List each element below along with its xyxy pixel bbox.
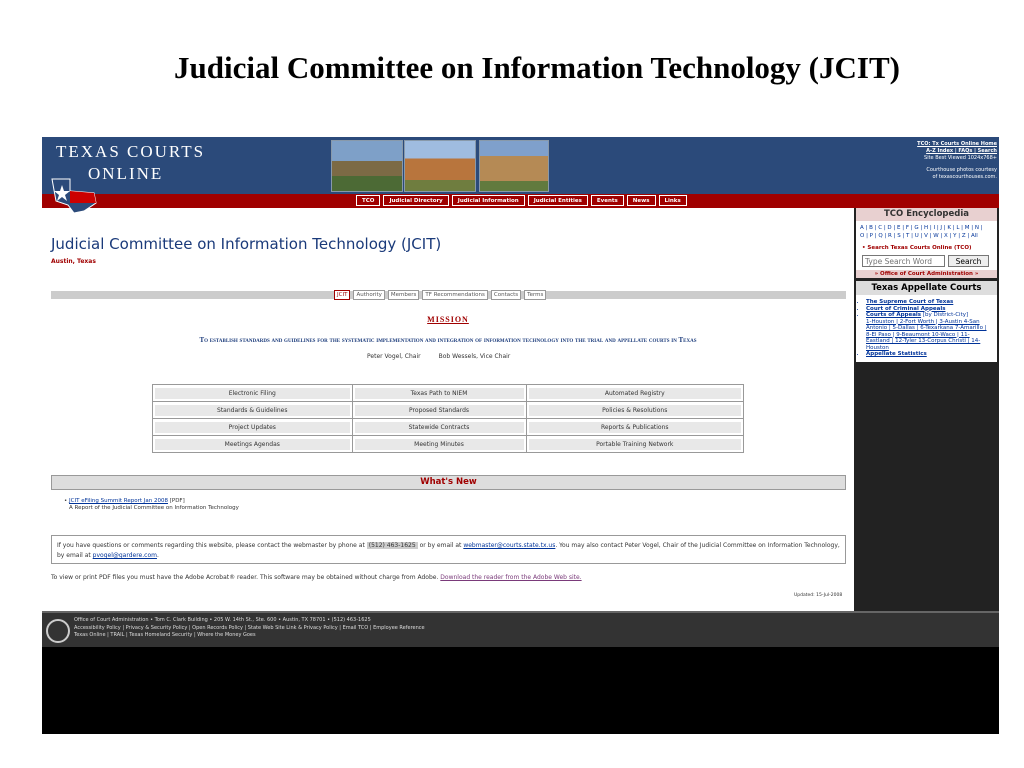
tab-jcit[interactable]: JCIT [334, 290, 351, 300]
tab-contacts[interactable]: Contacts [490, 290, 522, 300]
nav-links[interactable]: Links [658, 195, 687, 206]
news-item: • JCIT eFiling Summit Report Jan 2008 [P… [64, 498, 239, 511]
nav-judicial-entities[interactable]: Judicial Entities [527, 195, 588, 206]
adobe-download-link[interactable]: Download the reader from the Adobe Web s… [440, 574, 581, 581]
niem-link[interactable]: Texas Path to NIEM [354, 387, 524, 399]
texas-seal-icon [46, 619, 70, 643]
contact-box: If you have questions or comments regard… [51, 535, 846, 564]
list-item: Appellate Statistics [866, 351, 991, 358]
logo-line1: TEXAS COURTS [56, 142, 206, 161]
main-nav: TCO Judicial Directory Judicial Informat… [356, 195, 687, 206]
mission-heading: MISSION [427, 315, 469, 324]
browser-screenshot: TEXAS COURTS ONLINE TCO: Tx Courts Onlin… [42, 137, 999, 734]
electronic-filing-link[interactable]: Electronic Filing [155, 387, 350, 399]
meeting-minutes-link[interactable]: Meeting Minutes [354, 438, 524, 450]
table-row: Project Updates Statewide Contracts Repo… [152, 418, 744, 436]
appellate-list: The Supreme Court of Texas Court of Crim… [856, 295, 997, 362]
nav-tco[interactable]: TCO [356, 195, 381, 206]
alpha-index-row2[interactable]: O | P | Q | R | S | T | U | V | W | X | … [860, 232, 993, 240]
nav-judicial-directory[interactable]: Judicial Directory [383, 195, 449, 206]
pdf-note: To view or print PDF files you must have… [51, 574, 582, 581]
best-viewed-note: Site Best Viewed 1024x768+ [924, 155, 997, 161]
news-tag: [PDF] [169, 498, 185, 504]
footer-policy-links[interactable]: Accessibility Policy | Privacy & Securit… [74, 625, 425, 633]
tab-members[interactable]: Members [387, 290, 420, 300]
sidebar: TCO Encyclopedia A | B | C | D | E | F |… [854, 208, 999, 611]
courthouse-photo-2 [404, 140, 476, 192]
tab-terms[interactable]: Terms [524, 290, 547, 300]
tab-tf-recommendations[interactable]: TF Recommendations [422, 290, 488, 300]
footer-address: Office of Court Administration • Tom C. … [74, 617, 371, 623]
standards-guidelines-link[interactable]: Standards & Guidelines [155, 404, 350, 416]
list-item: Courts of Appeals [by District-City]1-Ho… [866, 312, 991, 351]
updated-date: Updated: 15-Jul-2008 [794, 593, 843, 598]
photo-credit-link[interactable]: of texascourthouses.com. [917, 174, 997, 181]
slide-title: Judicial Committee on Information Techno… [174, 50, 900, 85]
table-row: Electronic Filing Texas Path to NIEM Aut… [152, 384, 744, 402]
table-row: Meetings Agendas Meeting Minutes Portabl… [152, 435, 744, 453]
appellate-box: Texas Appellate Courts The Supreme Court… [856, 281, 997, 362]
courthouse-photo-1 [331, 140, 403, 192]
tco-home-link[interactable]: TCO: Tx Courts Online Home [917, 141, 997, 147]
mission-statement: To establish standards and guidelines fo… [199, 336, 697, 344]
table-row: Standards & Guidelines Proposed Standard… [152, 401, 744, 419]
appellate-heading: Texas Appellate Courts [856, 281, 997, 295]
statewide-contracts-link[interactable]: Statewide Contracts [354, 421, 524, 433]
search-form: Search [862, 255, 991, 267]
training-network-link[interactable]: Portable Training Network [528, 438, 741, 450]
oca-link[interactable]: » Office of Court Administration » [856, 270, 997, 278]
contact-text2: or by email at [419, 542, 462, 549]
criminal-appeals-link[interactable]: Court of Criminal Appeals [866, 306, 945, 312]
chair: Peter Vogel, Chair [367, 353, 421, 360]
courts-of-appeals-link[interactable]: Courts of Appeals [866, 312, 921, 318]
tabs: JCIT Authority Members TF Recommendation… [334, 290, 547, 300]
tab-authority[interactable]: Authority [353, 290, 385, 300]
alpha-index: A | B | C | D | E | F | G | H | I | J | … [856, 221, 997, 243]
blank-area [42, 647, 999, 734]
project-updates-link[interactable]: Project Updates [155, 421, 350, 433]
search-label: • Search Texas Courts Online (TCO) [862, 245, 972, 251]
nav-news[interactable]: News [626, 195, 656, 206]
news-description: A Report of the Judicial Committee on In… [69, 505, 239, 511]
alpha-index-row1[interactable]: A | B | C | D | E | F | G | H | I | J | … [860, 224, 993, 232]
footer-text: Office of Court Administration • Tom C. … [74, 617, 425, 640]
news-link[interactable]: JCIT eFiling Summit Report Jan 2008 [69, 498, 168, 504]
district-links[interactable]: 1-Houston | 2-Fort Worth | 3-Austin 4-Sa… [866, 319, 987, 351]
encyclopedia-heading: TCO Encyclopedia [856, 208, 997, 221]
pdf-text: To view or print PDF files you must have… [51, 574, 439, 581]
search-button[interactable]: Search [948, 255, 989, 267]
courts-note: [by District-City] [922, 312, 969, 318]
footer-state-links[interactable]: Texas Online | TRAIL | Texas Homeland Se… [74, 632, 425, 640]
proposed-standards-link[interactable]: Proposed Standards [354, 404, 524, 416]
automated-registry-link[interactable]: Automated Registry [528, 387, 741, 399]
search-input[interactable] [862, 255, 945, 267]
page-title: Judicial Committee on Information Techno… [51, 235, 442, 253]
page-subtitle: Austin, Texas [51, 258, 96, 265]
meeting-agendas-link[interactable]: Meetings Agendas [155, 438, 350, 450]
site-header: TEXAS COURTS ONLINE TCO: Tx Courts Onlin… [42, 137, 999, 194]
footer: Office of Court Administration • Tom C. … [42, 611, 999, 647]
photo-credit: Courthouse photos courtesy [926, 167, 997, 173]
nav-events[interactable]: Events [590, 195, 624, 206]
officers: Peter Vogel, Chair Bob Wessels, Vice Cha… [367, 353, 510, 360]
policies-resolutions-link[interactable]: Policies & Resolutions [528, 404, 741, 416]
chair-email-link[interactable]: pvogel@gardere.com [93, 552, 157, 559]
appellate-stats-link[interactable]: Appellate Statistics [866, 351, 927, 357]
header-links: TCO: Tx Courts Online Home A-Z Index | F… [917, 141, 997, 181]
texas-flag-icon [51, 178, 97, 214]
contact-text1: If you have questions or comments regard… [57, 542, 365, 549]
reports-publications-link[interactable]: Reports & Publications [528, 421, 741, 433]
supreme-court-link[interactable]: The Supreme Court of Texas [866, 299, 953, 305]
webmaster-email-link[interactable]: webmaster@courts.state.tx.us [463, 542, 555, 549]
encyclopedia-box: TCO Encyclopedia A | B | C | D | E | F |… [856, 208, 997, 278]
phone-number: (512) 463-1625 [366, 542, 418, 549]
whats-new-heading: What's New [51, 475, 846, 490]
nav-judicial-information[interactable]: Judicial Information [451, 195, 525, 206]
index-faq-search-links[interactable]: A-Z Index | FAQs | Search [926, 148, 997, 154]
courthouse-photo-3 [479, 140, 549, 192]
vice-chair: Bob Wessels, Vice Chair [438, 353, 511, 360]
topic-grid: Electronic Filing Texas Path to NIEM Aut… [152, 384, 744, 453]
